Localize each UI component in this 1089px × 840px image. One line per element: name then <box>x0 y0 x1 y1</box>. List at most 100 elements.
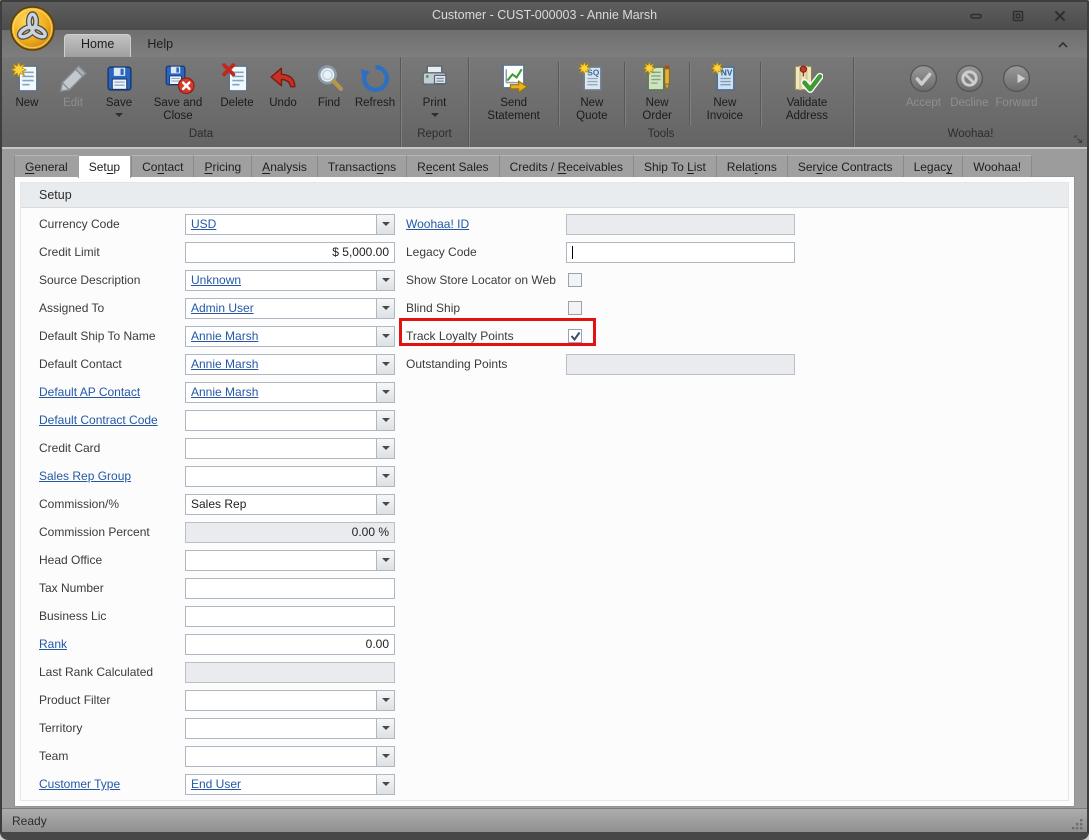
dialog-launcher-icon[interactable] <box>1074 135 1083 144</box>
new-order-button[interactable]: New Order <box>627 60 686 125</box>
legacy-code-input[interactable] <box>566 242 795 263</box>
rank-label[interactable]: Rank <box>39 637 185 651</box>
chevron-down-icon <box>382 754 390 758</box>
accept-circle-icon <box>907 62 940 95</box>
button-label: Validate Address <box>766 97 848 123</box>
currency-code-value[interactable]: USD <box>186 217 376 231</box>
tab-legacy[interactable]: Legacy <box>903 155 963 177</box>
new-invoice-button[interactable]: New Invoice <box>692 60 758 125</box>
default-contact-dropdown-button[interactable] <box>376 355 394 374</box>
show-store-locator-on-web-checkbox[interactable] <box>568 273 582 287</box>
minimize-button[interactable] <box>963 8 989 23</box>
tax-number-input[interactable] <box>185 578 395 599</box>
customer-type-combo: End User <box>185 774 395 795</box>
credit-limit-input[interactable]: $ 5,000.00 <box>185 242 395 263</box>
woohaa-id-label[interactable]: Woohaa! ID <box>406 217 566 231</box>
field-row-business-lic: Business Lic <box>39 602 395 630</box>
field-row-default-ap-contact: Default AP ContactAnnie Marsh <box>39 378 395 406</box>
print-button[interactable]: Print <box>412 60 458 119</box>
credit-card-dropdown-button[interactable] <box>376 439 394 458</box>
credit-card-combo <box>185 438 395 459</box>
default-ship-to-name-value[interactable]: Annie Marsh <box>186 329 376 343</box>
tab-analysis[interactable]: Analysis <box>251 155 317 177</box>
default-ap-contact-dropdown-button[interactable] <box>376 383 394 402</box>
customer-type-value[interactable]: End User <box>186 777 376 791</box>
commission-dropdown-button[interactable] <box>376 495 394 514</box>
setup-page-panel: Setup Currency CodeUSDCredit Limit$ 5,00… <box>14 176 1075 807</box>
new-button[interactable]: New <box>4 60 50 112</box>
tab-setup[interactable]: Setup <box>78 155 131 178</box>
product-filter-combo <box>185 690 395 711</box>
field-row-product-filter: Product Filter <box>39 686 395 714</box>
restore-button[interactable] <box>1005 8 1031 23</box>
button-separator <box>624 62 625 126</box>
search-magnifier-icon <box>313 62 346 95</box>
find-button[interactable]: Find <box>306 60 352 112</box>
save-and-close-icon <box>162 62 195 95</box>
assigned-to-dropdown-button[interactable] <box>376 299 394 318</box>
save-button[interactable]: Save <box>96 60 142 119</box>
ribbon-tab-help[interactable]: Help <box>131 34 189 57</box>
collapse-ribbon-button[interactable] <box>1053 36 1073 52</box>
commission-value[interactable]: Sales Rep <box>186 497 376 511</box>
app-logo-icon[interactable] <box>9 5 56 52</box>
default-contact-value[interactable]: Annie Marsh <box>186 357 376 371</box>
ribbon-group-label: Report <box>417 128 452 140</box>
territory-label: Territory <box>39 721 185 735</box>
product-filter-dropdown-button[interactable] <box>376 691 394 710</box>
territory-dropdown-button[interactable] <box>376 719 394 738</box>
tab-relations[interactable]: Relations <box>716 155 787 177</box>
validate-address-button[interactable]: Validate Address <box>763 60 851 125</box>
delete-button[interactable]: Delete <box>214 60 260 112</box>
tab-contact[interactable]: Contact <box>131 155 193 177</box>
track-loyalty-points-checkbox[interactable] <box>568 329 582 343</box>
customer-type-dropdown-button[interactable] <box>376 775 394 794</box>
default-ship-to-name-dropdown-button[interactable] <box>376 327 394 346</box>
dropdown-arrow-icon[interactable] <box>115 113 123 117</box>
resize-grip[interactable] <box>1070 817 1084 831</box>
undo-button[interactable]: Undo <box>260 60 306 112</box>
head-office-label: Head Office <box>39 553 185 567</box>
close-button[interactable] <box>1047 8 1073 23</box>
dropdown-arrow-icon[interactable] <box>431 113 439 117</box>
customer-type-label[interactable]: Customer Type <box>39 777 185 791</box>
button-label: Edit <box>63 97 83 110</box>
source-description-value[interactable]: Unknown <box>186 273 376 287</box>
tab-credits-receivables[interactable]: Credits / Receivables <box>499 155 633 177</box>
assigned-to-value[interactable]: Admin User <box>186 301 376 315</box>
default-contract-code-dropdown-button[interactable] <box>376 411 394 430</box>
business-lic-label: Business Lic <box>39 609 185 623</box>
tab-pricing[interactable]: Pricing <box>193 155 251 177</box>
sales-rep-group-dropdown-button[interactable] <box>376 467 394 486</box>
source-description-dropdown-button[interactable] <box>376 271 394 290</box>
head-office-dropdown-button[interactable] <box>376 551 394 570</box>
rank-input[interactable]: 0.00 <box>185 634 395 655</box>
chevron-up-icon <box>1057 40 1069 49</box>
tab-woohaa[interactable]: Woohaa! <box>962 155 1032 177</box>
save-and-close-button[interactable]: Save and Close <box>142 60 214 125</box>
text-caret <box>572 246 573 259</box>
commission-percent-label: Commission Percent <box>39 525 185 539</box>
button-label: Forward <box>995 97 1037 110</box>
send-statement-button[interactable]: Send Statement <box>471 60 556 125</box>
window-title: Customer - CUST-000003 - Annie Marsh <box>2 8 1087 22</box>
send-statement-icon <box>497 62 530 95</box>
tab-general[interactable]: General <box>14 155 78 177</box>
team-dropdown-button[interactable] <box>376 747 394 766</box>
default-ap-contact-label[interactable]: Default AP Contact <box>39 385 185 399</box>
tab-transactions[interactable]: Transactions <box>317 155 406 177</box>
ribbon-tab-home[interactable]: Home <box>64 34 131 57</box>
blind-ship-checkbox[interactable] <box>568 301 582 315</box>
business-lic-input[interactable] <box>185 606 395 627</box>
refresh-button[interactable]: Refresh <box>352 60 398 112</box>
default-contract-code-label[interactable]: Default Contract Code <box>39 413 185 427</box>
new-quote-button[interactable]: New Quote <box>561 60 622 125</box>
currency-code-dropdown-button[interactable] <box>376 215 394 234</box>
groupbox-title: Setup <box>39 188 72 202</box>
field-row-head-office: Head Office <box>39 546 395 574</box>
default-ap-contact-value[interactable]: Annie Marsh <box>186 385 376 399</box>
tab-recent-sales[interactable]: Recent Sales <box>406 155 498 177</box>
tab-ship-to-list[interactable]: Ship To List <box>633 155 716 177</box>
sales-rep-group-label[interactable]: Sales Rep Group <box>39 469 185 483</box>
tab-service-contracts[interactable]: Service Contracts <box>787 155 903 177</box>
